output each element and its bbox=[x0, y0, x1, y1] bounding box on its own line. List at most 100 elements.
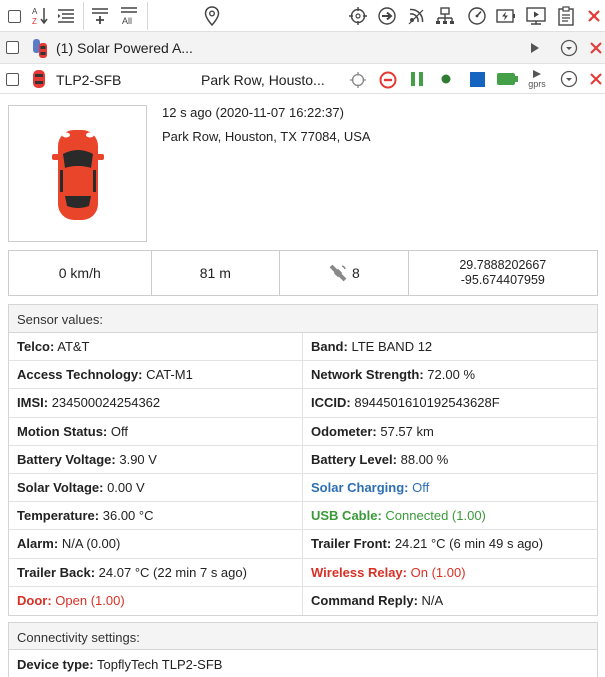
expand-all-icon[interactable]: All bbox=[117, 4, 141, 28]
sensor-label: Band: bbox=[311, 339, 348, 354]
map-pin-icon[interactable] bbox=[200, 4, 224, 28]
group-label: (1) Solar Powered A... bbox=[56, 40, 193, 56]
sensor-label: IMSI: bbox=[17, 395, 49, 411]
device-row[interactable]: TLP2-SFB Park Row, Housto... gprs bbox=[0, 64, 605, 94]
sensor-cell: Motion Status: Off bbox=[9, 417, 303, 445]
group-row[interactable]: (1) Solar Powered A... bbox=[0, 32, 605, 64]
sensor-value: N/A (0.00) bbox=[61, 536, 121, 552]
arrow-right-circle-icon[interactable] bbox=[375, 4, 399, 28]
crosshair-icon[interactable] bbox=[346, 4, 370, 28]
device-checkbox[interactable] bbox=[6, 73, 19, 86]
full-address: Park Row, Houston, TX 77084, USA bbox=[162, 129, 371, 144]
car-group-icon bbox=[30, 37, 52, 59]
sensor-label: Telco: bbox=[17, 339, 55, 354]
sensor-label: Access Technology: bbox=[17, 367, 143, 383]
device-chevron-icon[interactable] bbox=[559, 69, 579, 89]
sensor-value: 24.07 °C (22 min 7 s ago) bbox=[98, 564, 247, 580]
group-checkbox[interactable] bbox=[6, 41, 19, 54]
sensor-value: LTE BAND 12 bbox=[351, 339, 433, 354]
sensor-cell: Command Reply: N/A bbox=[303, 587, 597, 615]
sort-az-icon[interactable]: A Z bbox=[29, 4, 53, 28]
sensor-value: 3.90 V bbox=[119, 451, 157, 467]
device-type-label: Device type: bbox=[17, 657, 94, 672]
sensor-value: 36.00 °C bbox=[102, 508, 154, 524]
sensor-label: Trailer Back: bbox=[17, 564, 96, 580]
sensor-row: Temperature: 36.00 °C USB Cable: Connecte… bbox=[9, 502, 597, 531]
sensor-cell: Trailer Back: 24.07 °C (22 min 7 s ago) bbox=[9, 558, 303, 586]
device-photo bbox=[8, 105, 147, 242]
sensor-row: Trailer Back: 24.07 °C (22 min 7 s ago) W… bbox=[9, 558, 597, 587]
sensor-value: Open (1.00) bbox=[55, 592, 125, 608]
svg-text:A: A bbox=[32, 7, 38, 16]
sensor-value: 88.00 % bbox=[400, 451, 449, 467]
sensor-cell: Battery Level: 88.00 % bbox=[303, 446, 597, 473]
sensor-cell: Network Strength: 72.00 % bbox=[303, 361, 597, 388]
sensor-rows: Telco: AT&T Band: LTE BAND 12 Access Techn… bbox=[9, 333, 597, 615]
svg-text:All: All bbox=[122, 16, 132, 26]
coordinates: 29.7888202667 -95.674407959 bbox=[409, 251, 597, 295]
select-all-checkbox[interactable] bbox=[2, 4, 26, 28]
monitor-play-icon[interactable] bbox=[524, 4, 548, 28]
sensor-value: 8944501610192543628F bbox=[354, 395, 500, 411]
sensor-cell: Access Technology: CAT-M1 bbox=[9, 361, 303, 389]
sensor-value: CAT-M1 bbox=[146, 367, 193, 383]
sensor-label: Network Strength: bbox=[311, 367, 424, 383]
sensor-value: 57.57 km bbox=[380, 423, 434, 439]
sensor-cell: Solar Voltage: 0.00 V bbox=[9, 473, 303, 502]
sensor-cell: Odometer: 57.57 km bbox=[303, 418, 597, 445]
battery-charge-icon[interactable] bbox=[494, 4, 518, 28]
sensor-cell: IMSI: 234500024254362 bbox=[9, 389, 303, 417]
square-icon bbox=[468, 70, 486, 88]
sensor-value: N/A bbox=[421, 592, 444, 608]
sensor-value: 234500024254362 bbox=[51, 395, 161, 411]
clipboard-icon[interactable] bbox=[554, 4, 578, 28]
sensor-row: Battery Voltage: 3.90 V Battery Level: 88… bbox=[9, 445, 597, 474]
gauge-icon[interactable] bbox=[465, 4, 489, 28]
sensor-label: Command Reply: bbox=[311, 592, 418, 608]
sensor-label: Alarm: bbox=[17, 536, 59, 552]
device-name: TLP2-SFB bbox=[56, 72, 122, 88]
device-address: Park Row, Housto... bbox=[201, 72, 325, 88]
pause-icon[interactable] bbox=[408, 70, 426, 88]
longitude-value: -95.674407959 bbox=[460, 273, 545, 287]
group-close-icon[interactable] bbox=[588, 40, 604, 56]
locate-icon[interactable] bbox=[348, 70, 368, 90]
sensor-value: Off bbox=[412, 479, 430, 495]
sensor-cell: Trailer Front: 24.21 °C (6 min 49 s ago) bbox=[303, 530, 597, 557]
sensor-value: Off bbox=[110, 423, 128, 439]
car-top-view-icon bbox=[51, 129, 104, 220]
sensor-label: Solar Charging: bbox=[311, 479, 409, 495]
altitude-value: 81 m bbox=[152, 251, 281, 295]
expand-add-icon[interactable] bbox=[88, 4, 112, 28]
last-update-time: 12 s ago (2020-11-07 16:22:37) bbox=[162, 105, 344, 120]
satellite-icon bbox=[329, 264, 347, 282]
collapse-list-icon[interactable] bbox=[54, 4, 78, 28]
sensor-cell: Solar Charging: Off bbox=[303, 474, 597, 501]
device-close-icon[interactable] bbox=[588, 71, 604, 87]
sensor-label: Battery Level: bbox=[311, 451, 397, 467]
svg-text:Z: Z bbox=[32, 17, 37, 26]
sensor-label: Solar Voltage: bbox=[17, 479, 104, 495]
sensor-label: USB Cable: bbox=[311, 508, 382, 524]
sensor-cell: Alarm: N/A (0.00) bbox=[9, 530, 303, 558]
network-icon[interactable] bbox=[433, 4, 457, 28]
sensor-cell: Door: Open (1.00) bbox=[9, 586, 303, 615]
speed-value: 0 km/h bbox=[9, 251, 152, 295]
sensor-value: 0.00 V bbox=[107, 479, 145, 495]
sensor-value: 72.00 % bbox=[427, 367, 475, 383]
sensor-label: Motion Status: bbox=[17, 423, 108, 439]
satellites-cell: 8 bbox=[280, 251, 409, 295]
sensor-label: ICCID: bbox=[311, 395, 351, 411]
play-icon[interactable] bbox=[528, 41, 542, 55]
signal-icon[interactable] bbox=[404, 4, 428, 28]
sensor-label: Door: bbox=[17, 592, 52, 608]
chevron-down-circle-icon[interactable] bbox=[559, 38, 579, 58]
sensor-label: Battery Voltage: bbox=[17, 451, 116, 467]
sensor-label: Wireless Relay: bbox=[311, 564, 407, 580]
device-type-value: TopflyTech TLP2-SFB bbox=[96, 657, 223, 672]
toolbar: A Z All bbox=[0, 0, 605, 32]
stop-icon[interactable] bbox=[378, 70, 398, 90]
car-icon bbox=[30, 68, 48, 90]
close-icon[interactable] bbox=[582, 4, 605, 28]
sensor-row: Solar Voltage: 0.00 V Solar Charging: Off bbox=[9, 473, 597, 503]
